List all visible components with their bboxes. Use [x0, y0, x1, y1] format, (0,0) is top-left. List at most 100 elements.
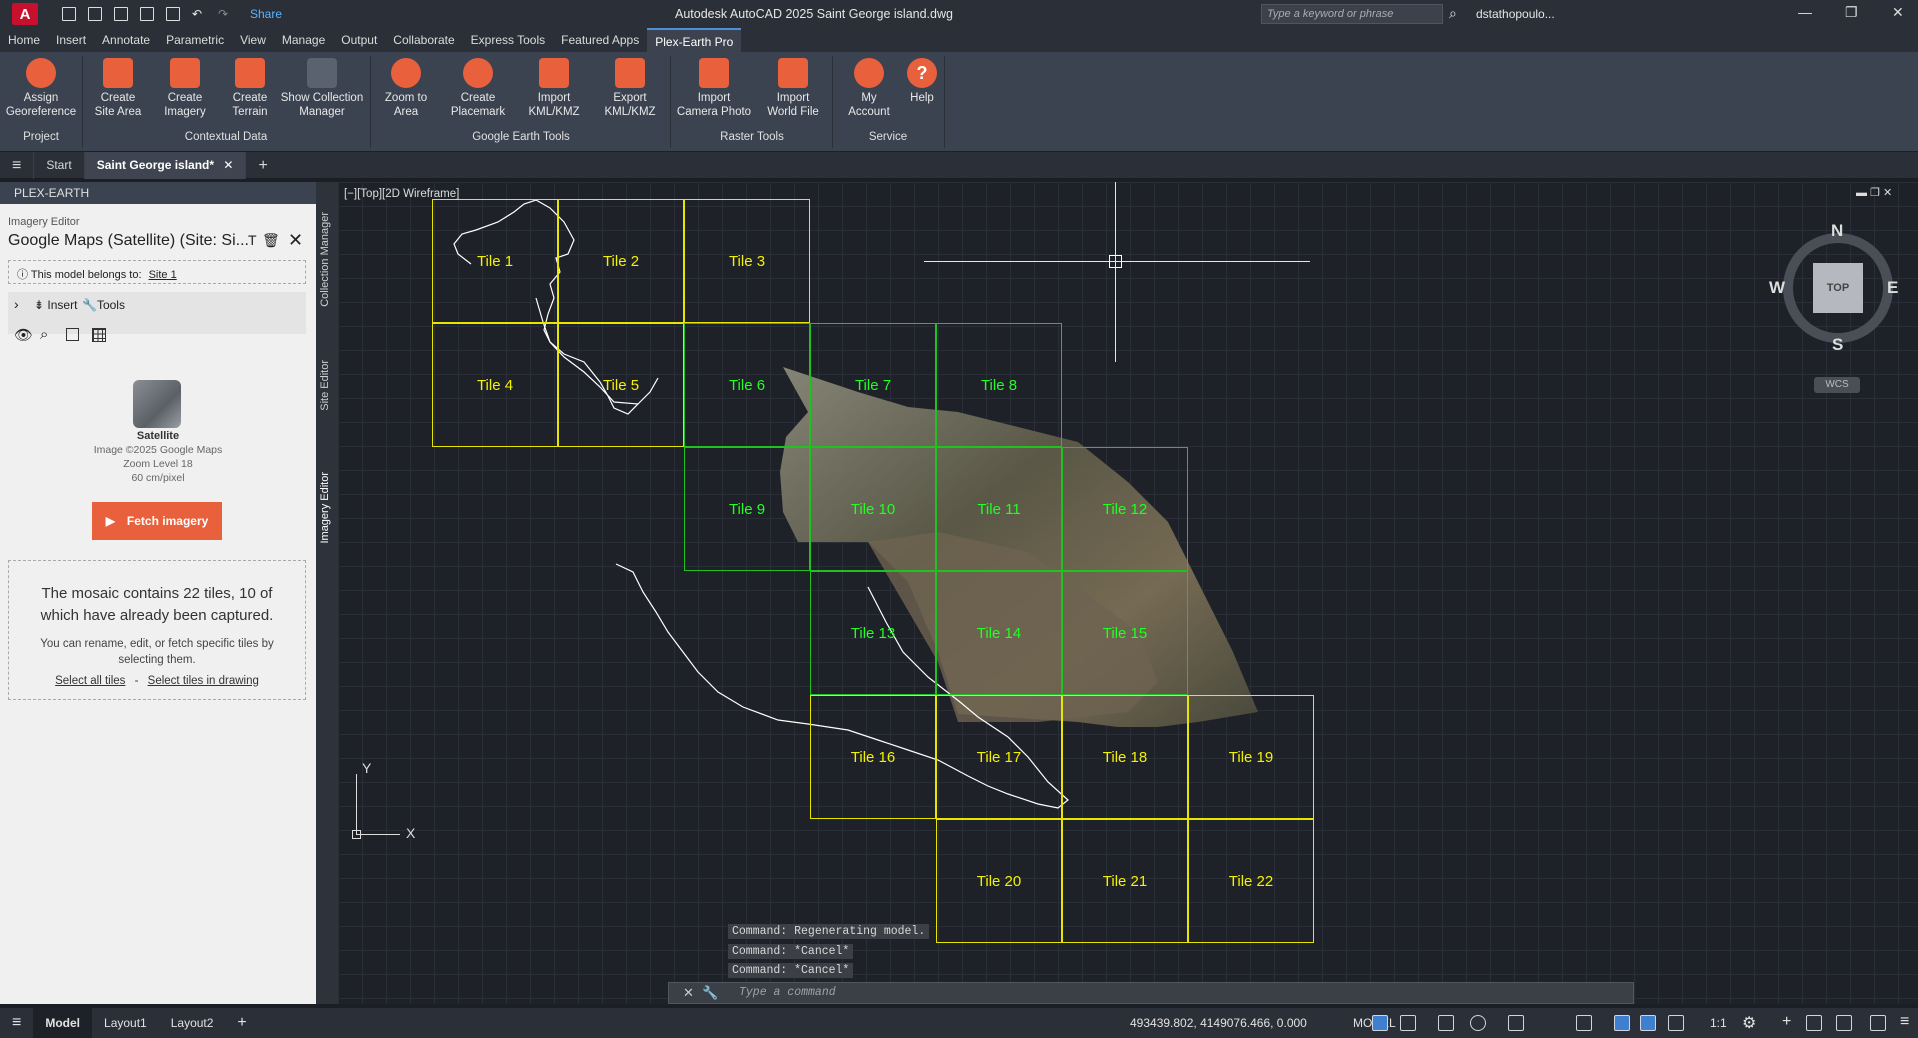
zoom-icon[interactable]: ⌕	[40, 326, 48, 343]
tab-output[interactable]: Output	[333, 28, 385, 52]
close-panel-icon[interactable]: ✕	[288, 230, 303, 251]
close-icon[interactable]: ✕	[1892, 4, 1904, 21]
grid-display-icon[interactable]	[1372, 1015, 1388, 1031]
tile-5[interactable]: Tile 5	[558, 323, 684, 447]
select-all-tiles-link[interactable]: Select all tiles	[55, 675, 125, 687]
tab-home[interactable]: Home	[0, 28, 48, 52]
select-icon[interactable]	[66, 328, 79, 341]
tab-drawing[interactable]: Saint George island* ✕	[84, 151, 247, 179]
my-account-button[interactable]: My Account	[836, 58, 902, 119]
minimize-icon[interactable]: —	[1798, 4, 1812, 20]
tile-7[interactable]: Tile 7	[810, 323, 936, 447]
compass-south[interactable]: S	[1832, 335, 1843, 355]
object-snap-icon[interactable]	[1508, 1015, 1524, 1031]
compass-east[interactable]: E	[1887, 278, 1898, 298]
command-input[interactable]: Type a command	[668, 982, 1634, 1004]
coordinates-readout[interactable]: 493439.802, 4149076.466, 0.000	[1130, 1016, 1307, 1030]
open-icon[interactable]	[88, 7, 102, 21]
tile-16[interactable]: Tile 16	[810, 695, 936, 819]
tab-layout2[interactable]: Layout2	[159, 1008, 226, 1038]
auto-scale-icon[interactable]	[1640, 1015, 1656, 1031]
tab-parametric[interactable]: Parametric	[158, 28, 232, 52]
isolate-objects-icon[interactable]	[1806, 1015, 1822, 1031]
grid-icon[interactable]	[92, 328, 106, 342]
visibility-icon[interactable]: 👁	[14, 326, 33, 344]
clean-screen-icon[interactable]	[1870, 1015, 1886, 1031]
hardware-acceleration-icon[interactable]	[1836, 1015, 1852, 1031]
tile-1[interactable]: Tile 1	[432, 199, 558, 323]
tile-17[interactable]: Tile 17	[936, 695, 1062, 819]
tools-menu[interactable]: 🔧Tools	[82, 298, 125, 312]
search-icon[interactable]: ⌕	[1449, 5, 1457, 22]
annotation-visibility-icon[interactable]	[1614, 1015, 1630, 1031]
viewport-window-controls[interactable]: ▬ ❐ ✕	[1856, 186, 1892, 199]
tab-express-tools[interactable]: Express Tools	[463, 28, 553, 52]
customization-icon[interactable]: ≡	[1900, 1013, 1909, 1031]
tab-view[interactable]: View	[232, 28, 274, 52]
tile-6[interactable]: Tile 6	[684, 323, 810, 447]
customize-icon[interactable]: 🔧	[702, 985, 718, 1001]
create-terrain-button[interactable]: Create Terrain	[220, 58, 280, 119]
wcs-menu[interactable]: WCS	[1814, 377, 1860, 393]
tile-20[interactable]: Tile 20	[936, 819, 1062, 943]
tile-9[interactable]: Tile 9	[684, 447, 810, 571]
export-kml-button[interactable]: Export KML/KMZ	[596, 58, 664, 119]
tile-15[interactable]: Tile 15	[1062, 571, 1188, 695]
tab-plex-earth-pro[interactable]: Plex-Earth Pro	[647, 28, 742, 52]
new-icon[interactable]	[62, 7, 76, 21]
compass-west[interactable]: W	[1769, 278, 1785, 298]
share-button[interactable]: Share	[250, 7, 282, 21]
tab-manage[interactable]: Manage	[274, 28, 333, 52]
insert-menu[interactable]: ⇟ Insert	[34, 298, 77, 312]
tile-4[interactable]: Tile 4	[432, 323, 558, 447]
import-camera-photo-button[interactable]: Import Camera Photo	[674, 58, 754, 119]
select-tiles-in-drawing-link[interactable]: Select tiles in drawing	[148, 675, 259, 687]
tab-model[interactable]: Model	[33, 1008, 93, 1038]
fetch-imagery-button[interactable]: ▶ Fetch imagery	[92, 502, 222, 540]
tab-featured-apps[interactable]: Featured Apps	[553, 28, 647, 52]
maximize-icon[interactable]: ❐	[1845, 4, 1858, 21]
create-imagery-button[interactable]: Create Imagery	[152, 58, 218, 119]
selection-cycling-icon[interactable]	[1576, 1015, 1592, 1031]
close-command-icon[interactable]: ✕	[683, 985, 694, 1001]
tab-insert[interactable]: Insert	[48, 28, 94, 52]
group-raster-tools[interactable]: Raster Tools	[674, 131, 830, 143]
undo-icon[interactable]: ↶	[192, 7, 206, 21]
help-button[interactable]: ? Help	[904, 58, 940, 105]
scale-selector[interactable]: 1:1	[1710, 1016, 1727, 1030]
tile-12[interactable]: Tile 12	[1062, 447, 1188, 571]
tab-imagery-editor[interactable]: Imagery Editor	[319, 472, 331, 544]
tile-13[interactable]: Tile 13	[810, 571, 936, 695]
viewcube[interactable]: TOP N S E W	[1769, 221, 1901, 354]
ortho-icon[interactable]	[1438, 1015, 1454, 1031]
tile-8[interactable]: Tile 8	[936, 323, 1062, 447]
expand-icon[interactable]: ›	[14, 296, 19, 312]
print-icon[interactable]	[166, 7, 180, 21]
tab-collaborate[interactable]: Collaborate	[385, 28, 462, 52]
create-placemark-button[interactable]: Create Placemark	[444, 58, 512, 119]
tab-site-editor[interactable]: Site Editor	[319, 360, 331, 411]
redo-icon[interactable]: ↷	[218, 7, 232, 21]
gear-icon[interactable]: ⚙	[1742, 1013, 1756, 1033]
save-as-icon[interactable]	[140, 7, 154, 21]
layouts-menu-icon[interactable]: ≡	[0, 1008, 33, 1038]
tile-3[interactable]: Tile 3	[684, 199, 810, 323]
import-world-file-button[interactable]: Import World File	[758, 58, 828, 119]
annotation-scale-icon[interactable]	[1668, 1015, 1684, 1031]
user-account[interactable]: dstathopoulo...	[1476, 7, 1555, 21]
save-icon[interactable]	[114, 7, 128, 21]
show-collection-manager-button[interactable]: Show Collection Manager	[276, 58, 368, 119]
tile-14[interactable]: Tile 14	[936, 571, 1062, 695]
new-tab-icon[interactable]: +	[246, 152, 279, 179]
tab-collection-manager[interactable]: Collection Manager	[319, 212, 331, 307]
polar-tracking-icon[interactable]	[1470, 1015, 1486, 1031]
snap-mode-icon[interactable]	[1400, 1015, 1416, 1031]
add-icon[interactable]: +	[1782, 1013, 1791, 1031]
tab-annotate[interactable]: Annotate	[94, 28, 158, 52]
tile-22[interactable]: Tile 22	[1188, 819, 1314, 943]
viewcube-top-face[interactable]: TOP	[1813, 263, 1863, 313]
drawing-canvas[interactable]: [−][Top][2D Wireframe] Tile 1 Tile 2 Til…	[338, 182, 1918, 1004]
tile-21[interactable]: Tile 21	[1062, 819, 1188, 943]
menu-icon[interactable]: ≡	[0, 151, 35, 179]
tile-10[interactable]: Tile 10	[810, 447, 936, 571]
